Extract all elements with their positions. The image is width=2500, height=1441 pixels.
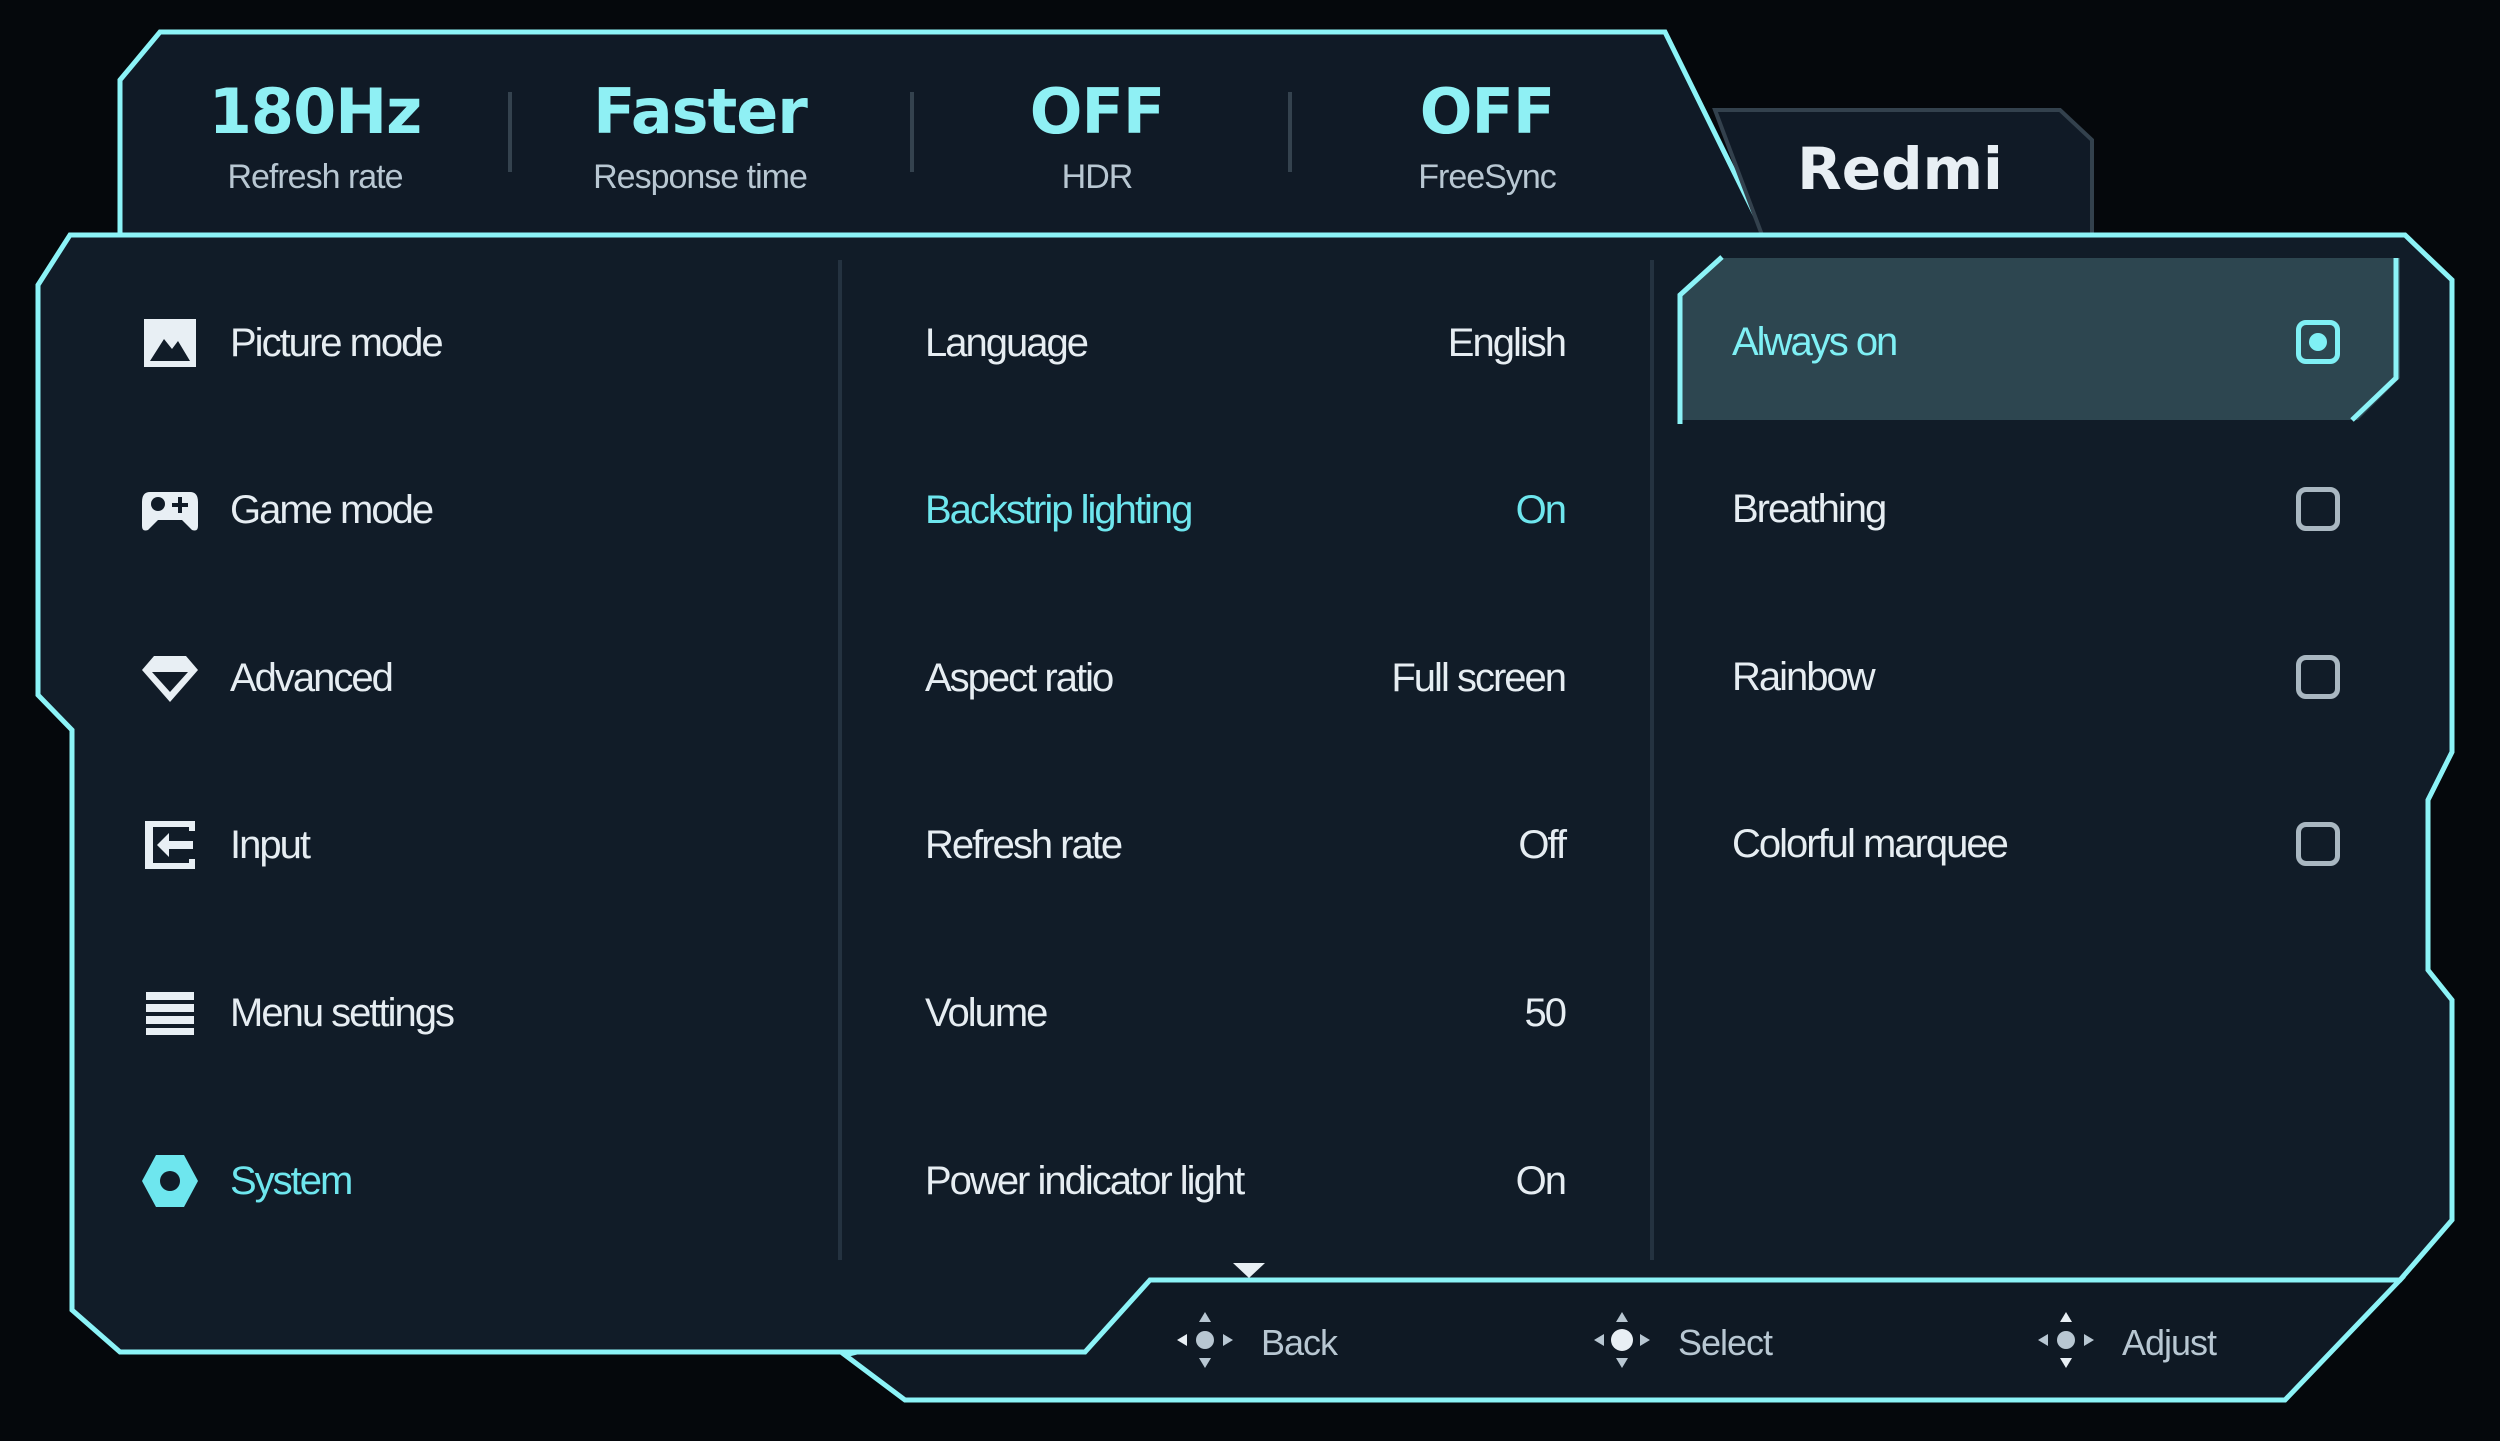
setting-row-language[interactable]: Language English xyxy=(925,308,1567,378)
picture-icon xyxy=(140,313,200,373)
stat-divider xyxy=(910,92,914,172)
setting-row-backstrip-lighting[interactable]: Backstrip lighting On xyxy=(925,475,1567,545)
radio-unchecked-icon[interactable] xyxy=(2296,487,2340,531)
setting-value: English xyxy=(1447,320,1567,365)
hint-label: Adjust xyxy=(2122,1321,2217,1363)
stat-refresh-rate: 180Hz Refresh rate xyxy=(150,70,480,200)
sidebar-item-menu-settings[interactable]: Menu settings xyxy=(140,978,455,1048)
radio-unchecked-icon[interactable] xyxy=(2296,655,2340,699)
setting-row-aspect-ratio[interactable]: Aspect ratio Full screen xyxy=(925,643,1567,713)
stat-value: OFF xyxy=(1029,75,1165,148)
sidebar-item-picture-mode[interactable]: Picture mode xyxy=(140,308,444,378)
menu-icon xyxy=(140,983,200,1043)
settings-hexagon-icon xyxy=(140,1151,200,1211)
option-rainbow[interactable]: Rainbow xyxy=(1680,593,2360,761)
joystick-left-icon xyxy=(1175,1310,1235,1375)
setting-row-power-indicator-light[interactable]: Power indicator light On xyxy=(925,1146,1567,1216)
hint-adjust: Adjust xyxy=(2036,1310,2217,1375)
stat-label: Response time xyxy=(593,158,808,196)
setting-value: Full screen xyxy=(1391,655,1567,700)
setting-value: Off xyxy=(1518,822,1567,867)
sidebar-item-system[interactable]: System xyxy=(140,1146,353,1216)
stat-label: Refresh rate xyxy=(227,158,403,196)
stat-label: HDR xyxy=(1061,158,1134,196)
setting-row-volume[interactable]: Volume 50 xyxy=(925,978,1567,1048)
sidebar-item-label: Menu settings xyxy=(230,990,455,1035)
joystick-press-icon xyxy=(1592,1310,1652,1375)
setting-label: Aspect ratio xyxy=(925,655,1114,700)
stat-hdr: OFF HDR xyxy=(932,70,1262,200)
setting-value: On xyxy=(1515,487,1567,532)
setting-label: Volume xyxy=(925,990,1048,1035)
setting-label: Backstrip lighting xyxy=(925,487,1193,532)
stat-freesync: OFF FreeSync xyxy=(1322,70,1652,200)
diamond-icon xyxy=(140,648,200,708)
setting-label: Power indicator light xyxy=(925,1158,1245,1203)
sidebar-item-label: Input xyxy=(230,822,311,867)
brand-logo: Redmi xyxy=(1797,135,2003,203)
option-colorful-marquee[interactable]: Colorful marquee xyxy=(1680,760,2360,928)
option-label: Colorful marquee xyxy=(1732,821,2009,866)
stat-response-time: Faster Response time xyxy=(535,70,865,200)
radio-dot xyxy=(2309,333,2327,351)
setting-value: On xyxy=(1515,1158,1567,1203)
sidebar-item-label: Advanced xyxy=(230,655,394,700)
sidebar-item-label: System xyxy=(230,1158,353,1203)
sidebar-item-input[interactable]: Input xyxy=(140,810,311,880)
joystick-updown-icon xyxy=(2036,1310,2096,1375)
stat-value: Faster xyxy=(593,75,808,148)
stat-label: FreeSync xyxy=(1418,158,1557,196)
option-breathing[interactable]: Breathing xyxy=(1680,425,2360,593)
hint-back: Back xyxy=(1175,1310,1338,1375)
setting-value: 50 xyxy=(1524,990,1567,1035)
setting-label: Refresh rate xyxy=(925,822,1123,867)
hint-label: Back xyxy=(1261,1321,1338,1363)
column-divider xyxy=(838,260,842,1260)
sidebar-item-game-mode[interactable]: Game mode xyxy=(140,475,434,545)
hint-label: Select xyxy=(1678,1321,1773,1363)
input-icon xyxy=(140,815,200,875)
stat-value: 180Hz xyxy=(208,75,422,148)
radio-checked-icon[interactable] xyxy=(2296,320,2340,364)
sidebar-item-label: Game mode xyxy=(230,487,434,532)
gamepad-icon xyxy=(140,480,200,540)
stat-value: OFF xyxy=(1419,75,1555,148)
option-always-on[interactable]: Always on xyxy=(1680,258,2360,426)
stat-divider xyxy=(1288,92,1292,172)
option-label: Always on xyxy=(1732,319,1898,364)
sidebar-item-label: Picture mode xyxy=(230,320,444,365)
column-divider xyxy=(1650,260,1654,1260)
stat-divider xyxy=(508,92,512,172)
sidebar-item-advanced[interactable]: Advanced xyxy=(140,643,394,713)
radio-unchecked-icon[interactable] xyxy=(2296,822,2340,866)
setting-row-refresh-rate[interactable]: Refresh rate Off xyxy=(925,810,1567,880)
hint-select: Select xyxy=(1592,1310,1773,1375)
setting-label: Language xyxy=(925,320,1089,365)
option-label: Breathing xyxy=(1732,486,1887,531)
option-label: Rainbow xyxy=(1732,654,1876,699)
